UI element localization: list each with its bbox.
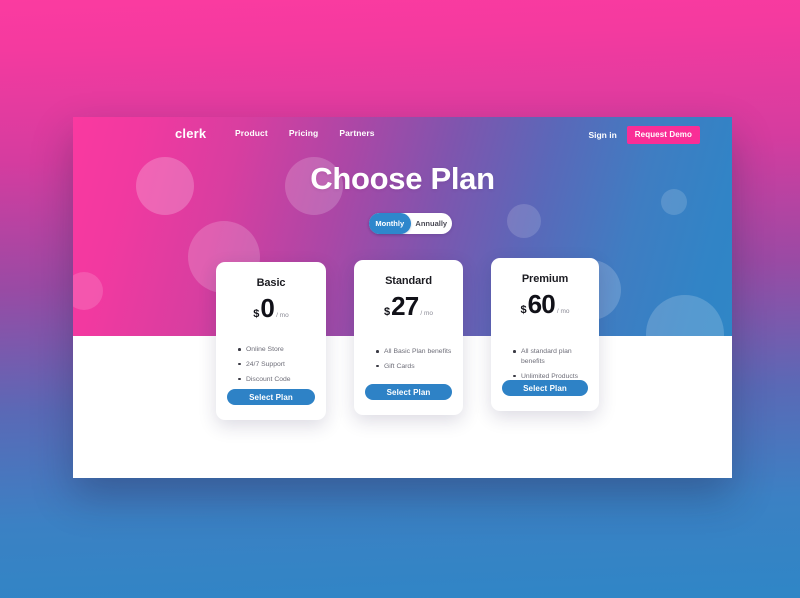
plan-name: Standard (385, 275, 432, 287)
toggle-option-monthly[interactable]: Monthly (369, 213, 411, 234)
price-currency: $ (383, 306, 391, 318)
list-item: Discount Code (238, 375, 316, 385)
select-plan-button[interactable]: Select Plan (502, 380, 588, 396)
plan-feature-list: Online Store 24/7 Support Discount Code (216, 345, 326, 390)
list-item: 24/7 Support (238, 360, 316, 370)
plan-price: $ 60 / mo (520, 291, 569, 317)
price-period: / mo (556, 308, 570, 315)
price-amount: 0 (260, 293, 275, 323)
select-plan-button[interactable]: Select Plan (365, 384, 452, 400)
plan-card-standard[interactable]: Standard $ 27 / mo All Basic Plan benefi… (354, 260, 463, 415)
plan-card-basic[interactable]: Basic $ 0 / mo Online Store 24/7 Support… (216, 262, 326, 420)
select-plan-button[interactable]: Select Plan (227, 389, 315, 405)
decorative-circle (73, 272, 103, 310)
request-demo-button[interactable]: Request Demo (626, 126, 700, 144)
brand-logo[interactable]: clerk (175, 126, 206, 141)
price-period: / mo (420, 310, 434, 317)
nav-right-actions: Sign in Request Demo (588, 126, 700, 144)
decorative-circle (507, 204, 541, 238)
plan-name: Premium (521, 273, 569, 285)
list-item: All standard plan benefits (513, 347, 589, 367)
price-amount: 60 (527, 289, 556, 319)
price-amount: 27 (391, 291, 419, 321)
plan-price: $ 0 / mo (253, 295, 288, 321)
nav-links: Product Pricing Partners (235, 128, 375, 138)
price-currency: $ (253, 308, 260, 320)
list-item: Gift Cards (376, 362, 453, 372)
plan-card-premium[interactable]: Premium $ 60 / mo All standard plan bene… (491, 258, 599, 411)
list-item: All Basic Plan benefits (376, 347, 453, 357)
toggle-option-annually[interactable]: Annually (411, 213, 453, 234)
nav-link-product[interactable]: Product (235, 128, 268, 138)
price-period: / mo (276, 312, 289, 319)
plan-price: $ 27 / mo (384, 293, 433, 319)
price-currency: $ (520, 304, 527, 316)
nav-link-partners[interactable]: Partners (339, 128, 374, 138)
list-item: Online Store (238, 345, 316, 355)
page-title: Choose Plan (310, 161, 495, 196)
navbar: clerk Product Pricing Partners Sign in R… (73, 117, 732, 151)
billing-period-toggle[interactable]: Monthly Annually (369, 213, 452, 234)
decorative-circle (646, 295, 724, 336)
nav-link-pricing[interactable]: Pricing (289, 128, 319, 138)
browser-page-card: clerk Product Pricing Partners Sign in R… (73, 117, 732, 478)
sign-in-link[interactable]: Sign in (588, 130, 616, 140)
plan-name: Basic (256, 277, 286, 289)
plan-feature-list: All Basic Plan benefits Gift Cards (354, 347, 463, 377)
